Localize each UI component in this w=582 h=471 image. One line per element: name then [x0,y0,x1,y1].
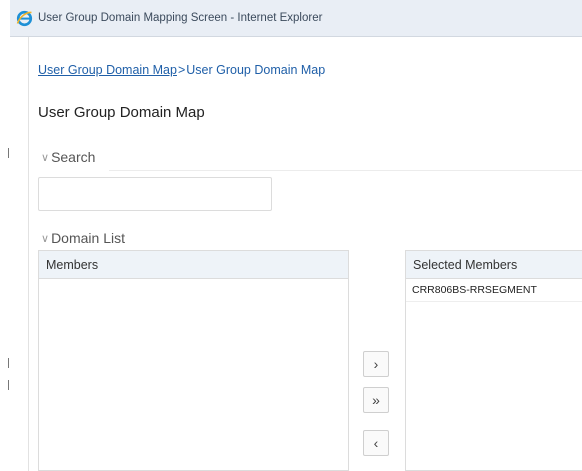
breadcrumb-separator: > [177,63,186,77]
chevron-right-icon: › [373,356,379,372]
selected-members-list-header: Selected Members [406,251,582,279]
section-divider [109,170,582,171]
main-content: User Group Domain Map>User Group Domain … [28,37,582,471]
search-section-label: Search [51,149,96,165]
chevron-down-icon: ∨ [41,151,50,164]
members-list-header: Members [39,251,348,279]
window-title: User Group Domain Mapping Screen - Inter… [38,12,323,24]
browser-title-bar: User Group Domain Mapping Screen - Inter… [10,0,582,37]
move-all-right-button[interactable]: » [363,387,389,413]
double-chevron-right-icon: » [372,392,380,408]
selected-members-list[interactable]: Selected Members CRR806BS-RRSEGMENT [405,250,582,471]
page-title: User Group Domain Map [38,104,205,121]
search-section-toggle[interactable]: ∨ Search [41,149,95,165]
edge-tick [8,358,9,368]
edge-tick [8,380,9,390]
members-list[interactable]: Members [38,250,349,471]
chevron-down-icon: ∨ [41,232,50,245]
move-selected-left-button[interactable]: ‹ [363,430,389,456]
breadcrumb-link-user-group-domain-map[interactable]: User Group Domain Map [38,63,177,77]
edge-tick [8,148,9,158]
list-item[interactable]: CRR806BS-RRSEGMENT [406,279,582,302]
domain-list-section-toggle[interactable]: ∨ Domain List [41,230,125,246]
search-input[interactable] [38,177,272,211]
internet-explorer-icon [16,10,33,27]
breadcrumb: User Group Domain Map>User Group Domain … [38,63,325,77]
chevron-left-icon: ‹ [373,435,379,451]
move-selected-right-button[interactable]: › [363,351,389,377]
domain-list-section-label: Domain List [51,230,125,246]
breadcrumb-current: User Group Domain Map [186,63,326,77]
window-left-edge [0,0,10,471]
